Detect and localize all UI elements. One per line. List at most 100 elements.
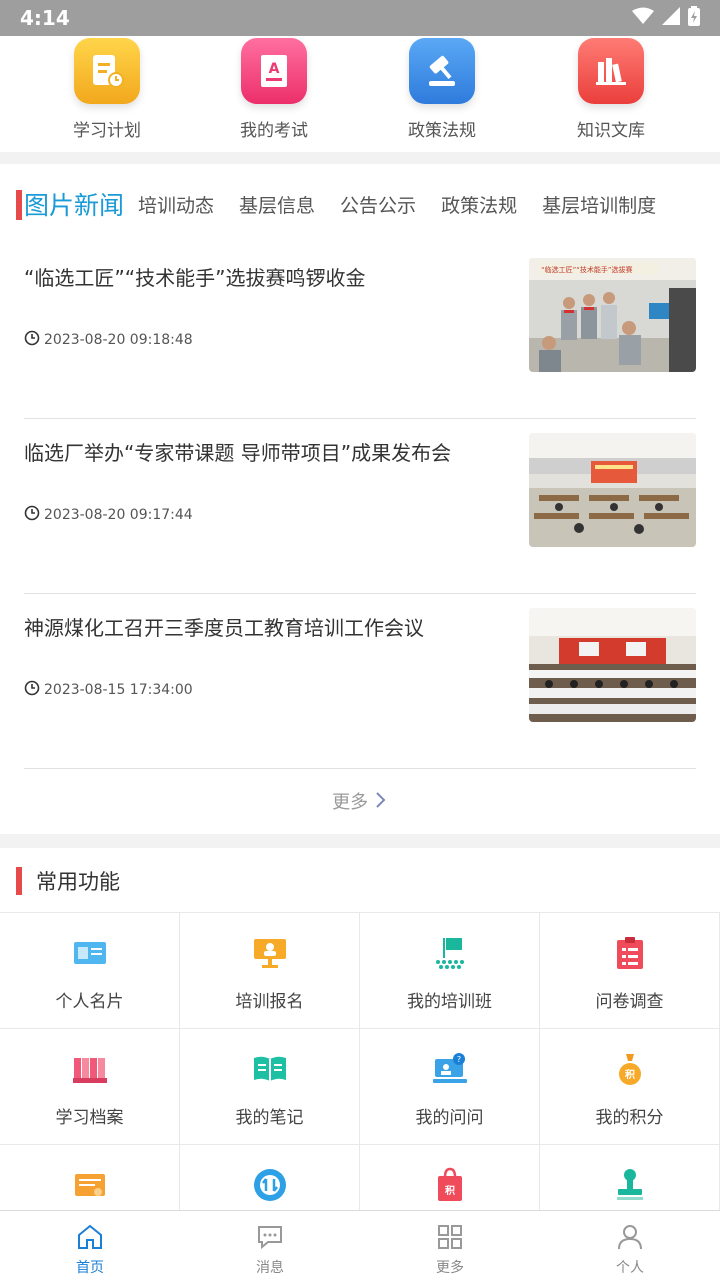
tab-home[interactable]: 首页: [0, 1211, 180, 1280]
notes-icon: [250, 1049, 290, 1089]
business-card-icon: [70, 933, 110, 973]
more-label: 更多: [332, 792, 369, 813]
function-business-card[interactable]: 个人名片: [0, 913, 180, 1029]
battery-icon: [688, 6, 700, 30]
section-header: 常用功能: [16, 866, 120, 896]
news-title: “临选工匠”“技术能手”选拔赛鸣锣收金: [24, 266, 366, 290]
quick-label: 我的考试: [240, 121, 308, 141]
news-time-text: 2023-08-15 17:34:00: [44, 682, 193, 698]
tab-grassroots-info[interactable]: 基层信息: [239, 191, 315, 218]
bottom-tab-bar: 首页 消息 更多 个人: [0, 1210, 720, 1280]
function-label: 学习档案: [55, 1108, 124, 1128]
study-archive-icon: [70, 1049, 110, 1089]
quick-entry-row: 学习计划 A 我的考试 政策法规 知识文库: [0, 36, 720, 152]
exam-icon: A: [241, 38, 307, 104]
function-label: 培训报名: [235, 992, 304, 1012]
news-time: 2023-08-20 09:17:44: [24, 505, 193, 525]
common-functions-section: 常用功能 个人名片 培训报名 我的培训班 问卷调查 学习档案 我的笔记 ? 我的…: [0, 848, 720, 1261]
news-thumbnail: “临选工匠”“技术能手”选拔赛: [529, 258, 696, 372]
tab-label: 个人: [616, 1260, 644, 1276]
section-divider: [0, 834, 720, 848]
function-my-notes[interactable]: 我的笔记: [180, 1029, 360, 1145]
quick-label: 政策法规: [408, 121, 476, 141]
function-questionnaire[interactable]: 问卷调查: [540, 913, 720, 1029]
certificate-icon: [70, 1165, 110, 1205]
function-grid: 个人名片 培训报名 我的培训班 问卷调查 学习档案 我的笔记 ? 我的问问 积: [0, 912, 720, 1261]
news-title: 神源煤化工召开三季度员工教育培训工作会议: [24, 616, 424, 640]
clock-icon: [24, 505, 40, 525]
gavel-icon: [409, 38, 475, 104]
home-icon: [0, 1223, 180, 1255]
training-signup-icon: [250, 933, 290, 973]
tab-more[interactable]: 更多: [360, 1211, 540, 1280]
function-label: 我的问问: [415, 1108, 484, 1128]
tab-marker: [16, 190, 22, 220]
news-item[interactable]: 临选厂举办“专家带课题 导师带项目”成果发布会 2023-08-20 09:17…: [24, 419, 696, 594]
function-my-class[interactable]: 我的培训班: [360, 913, 540, 1029]
news-item[interactable]: 神源煤化工召开三季度员工教育培训工作会议 2023-08-15 17:34:00: [24, 594, 696, 769]
news-time-text: 2023-08-20 09:17:44: [44, 507, 193, 523]
function-training-signup[interactable]: 培训报名: [180, 913, 360, 1029]
points-icon: 积: [610, 1049, 650, 1089]
grid-icon: [360, 1223, 540, 1255]
svg-text:?: ?: [456, 1055, 460, 1064]
exchange-icon: [250, 1165, 290, 1205]
chevron-right-icon: [374, 792, 388, 813]
wifi-icon: [632, 7, 654, 29]
clock-icon: [24, 330, 40, 350]
news-section: 图片新闻 培训动态 基层信息 公告公示 政策法规 基层培训制度 “临选工匠”“技…: [0, 164, 720, 834]
quick-my-exam[interactable]: A 我的考试: [199, 36, 349, 141]
status-time: 4:14: [20, 6, 70, 30]
tab-policy[interactable]: 政策法规: [441, 191, 517, 218]
function-label: 我的培训班: [407, 992, 492, 1012]
svg-text:积: 积: [445, 1184, 455, 1197]
function-my-qa[interactable]: ? 我的问问: [360, 1029, 540, 1145]
quick-policy[interactable]: 政策法规: [367, 36, 517, 141]
tab-label: 更多: [436, 1260, 464, 1276]
news-title: 临选厂举办“专家带课题 导师带项目”成果发布会: [24, 441, 452, 465]
news-time: 2023-08-15 17:34:00: [24, 680, 193, 700]
study-plan-icon: [74, 38, 140, 104]
library-icon: [578, 38, 644, 104]
tab-picture-news[interactable]: 图片新闻: [24, 186, 124, 222]
function-study-archive[interactable]: 学习档案: [0, 1029, 180, 1145]
section-title: 常用功能: [36, 870, 120, 894]
tab-label: 消息: [256, 1260, 284, 1276]
status-bar: 4:14: [0, 0, 720, 36]
tab-training-news[interactable]: 培训动态: [138, 191, 214, 218]
news-time: 2023-08-20 09:18:48: [24, 330, 193, 350]
signal-icon: [662, 7, 680, 29]
svg-text:积: 积: [625, 1068, 635, 1081]
tab-messages[interactable]: 消息: [180, 1211, 360, 1280]
news-item[interactable]: “临选工匠”“技术能手”选拔赛鸣锣收金 2023-08-20 09:18:48 …: [24, 244, 696, 419]
training-class-icon: [430, 933, 470, 973]
tab-profile[interactable]: 个人: [540, 1211, 720, 1280]
tab-label: 首页: [76, 1260, 104, 1276]
svg-text:A: A: [269, 61, 280, 77]
message-icon: [180, 1223, 360, 1255]
questionnaire-icon: [610, 933, 650, 973]
function-label: 我的积分: [595, 1108, 664, 1128]
shop-bag-icon: 积: [430, 1165, 470, 1205]
function-label: 问卷调查: [595, 992, 664, 1012]
more-link[interactable]: 更多: [0, 788, 720, 814]
quick-label: 学习计划: [73, 121, 141, 141]
news-thumbnail: [529, 433, 696, 547]
news-tabs: 图片新闻 培训动态 基层信息 公告公示 政策法规 基层培训制度: [0, 184, 720, 224]
tab-announcements[interactable]: 公告公示: [340, 191, 416, 218]
stamp-icon: [610, 1165, 650, 1205]
svg-text:“临选工匠”“技术能手”选拔赛: “临选工匠”“技术能手”选拔赛: [541, 265, 633, 274]
quick-study-plan[interactable]: 学习计划: [32, 36, 182, 141]
section-divider: [0, 152, 720, 164]
clock-icon: [24, 680, 40, 700]
news-thumbnail: [529, 608, 696, 722]
function-label: 我的笔记: [235, 1108, 304, 1128]
news-time-text: 2023-08-20 09:18:48: [44, 332, 193, 348]
quick-library[interactable]: 知识文库: [536, 36, 686, 141]
qa-icon: ?: [430, 1049, 470, 1089]
function-my-points[interactable]: 积 我的积分: [540, 1029, 720, 1145]
header-marker: [16, 867, 22, 895]
function-label: 个人名片: [55, 992, 124, 1012]
quick-label: 知识文库: [577, 121, 645, 141]
tab-grassroots-rules[interactable]: 基层培训制度: [542, 191, 656, 218]
